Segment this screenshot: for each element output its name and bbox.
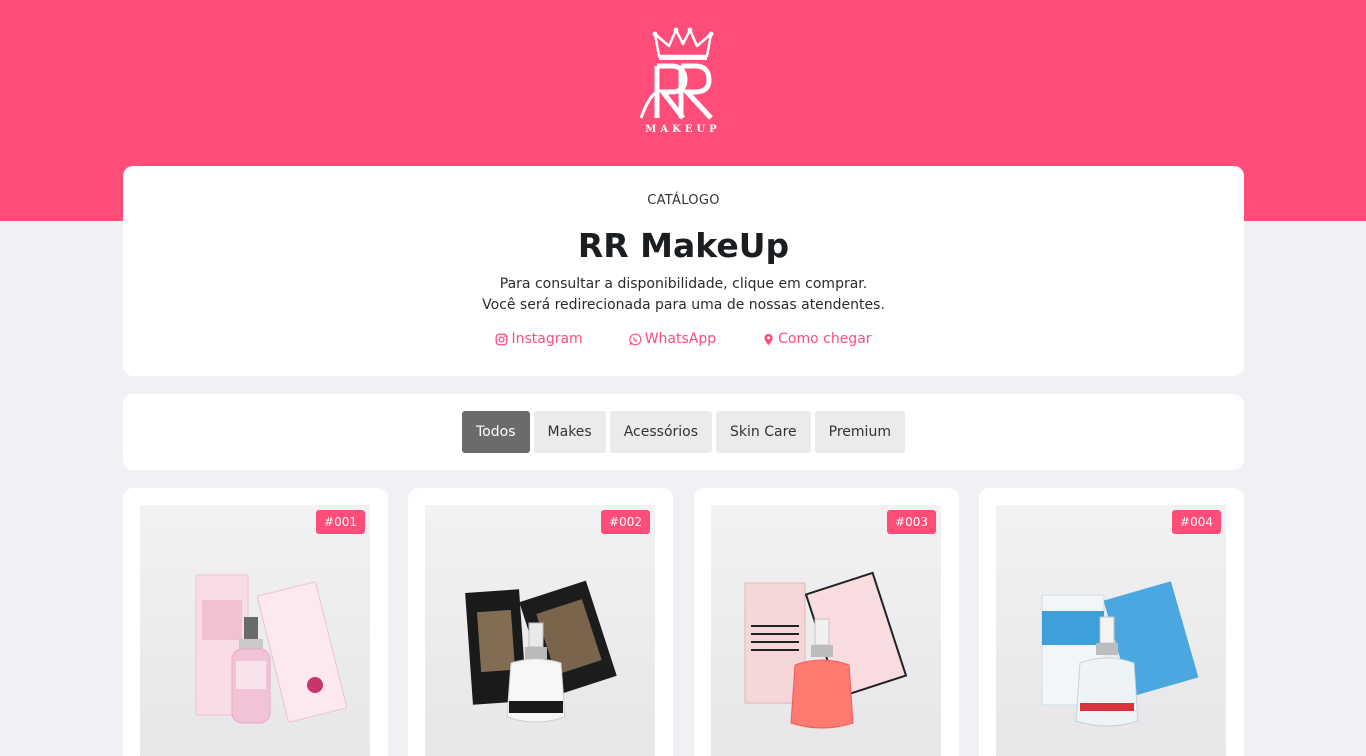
filter-makes-button[interactable]: Makes	[533, 411, 606, 453]
product-image[interactable]: #003	[711, 505, 941, 756]
serum-bottle-icon	[195, 574, 347, 724]
serum-bottle-icon	[465, 580, 617, 723]
product-image[interactable]: #001	[140, 505, 370, 756]
filter-todos-button[interactable]: Todos	[462, 411, 530, 453]
brand-logo[interactable]: MAKEUP	[633, 26, 733, 138]
logo-text: MAKEUP	[645, 124, 721, 135]
product-code-badge: #004	[1172, 510, 1221, 534]
product-card[interactable]: #004	[979, 488, 1244, 756]
filter-skin-care-button[interactable]: Skin Care	[716, 411, 811, 453]
filter-premium-button[interactable]: Premium	[814, 411, 905, 453]
instagram-icon	[496, 333, 508, 345]
serum-bottle-icon	[744, 571, 908, 729]
serum-bottle-icon	[1041, 581, 1199, 727]
directions-label: Como chegar	[778, 331, 872, 347]
filter-acessorios-button[interactable]: Acessórios	[609, 411, 713, 453]
description-line: Você será redirecionada para uma de noss…	[482, 297, 885, 313]
product-card[interactable]: #003	[694, 488, 959, 756]
page-title: RR MakeUp	[577, 226, 790, 265]
whatsapp-icon	[629, 333, 641, 345]
catalog-description: Para consultar a disponibilidade, clique…	[123, 274, 1244, 316]
product-image[interactable]: #002	[425, 505, 655, 756]
product-card[interactable]: #002	[408, 488, 673, 756]
product-code-badge: #003	[887, 510, 936, 534]
product-code-badge: #001	[316, 510, 365, 534]
product-image[interactable]: #004	[996, 505, 1226, 756]
whatsapp-link[interactable]: WhatsApp	[629, 331, 716, 347]
instagram-label: Instagram	[511, 331, 583, 347]
whatsapp-label: WhatsApp	[644, 331, 717, 347]
crown-rr-logo-icon	[639, 27, 714, 120]
map-pin-icon	[764, 333, 773, 345]
description-line: Para consultar a disponibilidade, clique…	[499, 276, 868, 292]
contact-links: Instagram WhatsApp Como chegar	[123, 331, 1244, 347]
catalog-info-card: CATÁLOGO RR MakeUp Para consultar a disp…	[123, 166, 1244, 376]
catalog-eyebrow: CATÁLOGO	[647, 193, 720, 208]
product-code-badge: #002	[601, 510, 650, 534]
filter-bar: Todos Makes Acessórios Skin Care Premium	[123, 394, 1244, 470]
category-filters: Todos Makes Acessórios Skin Care Premium	[123, 411, 1244, 453]
directions-link[interactable]: Como chegar	[762, 331, 872, 347]
instagram-link[interactable]: Instagram	[495, 331, 583, 347]
product-card[interactable]: #001	[123, 488, 388, 756]
